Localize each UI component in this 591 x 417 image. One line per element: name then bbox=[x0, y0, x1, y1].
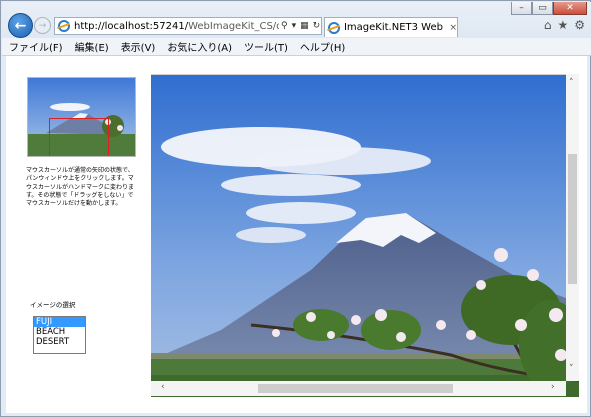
main-image-mount-fuji bbox=[151, 75, 579, 397]
window-controls: – ▭ ✕ bbox=[511, 2, 587, 16]
scroll-up-icon[interactable]: ˄ bbox=[569, 78, 574, 88]
address-tools: ⚲ ▾ ▦ ↻ bbox=[281, 21, 320, 31]
scroll-right-icon[interactable]: › bbox=[551, 382, 555, 392]
image-select-listbox[interactable]: FUJI BEACH DESERT bbox=[33, 316, 86, 354]
forward-arrow-icon[interactable]: → bbox=[34, 17, 51, 34]
new-tab-button[interactable] bbox=[460, 19, 480, 37]
compat-view-icon[interactable]: ▦ bbox=[300, 21, 309, 31]
minimize-button[interactable]: – bbox=[511, 2, 532, 15]
pan-viewport-rectangle[interactable] bbox=[49, 118, 109, 156]
browser-tools: ⌂ ★ ⚙ bbox=[544, 18, 585, 32]
menu-bar: ファイル(F) 編集(E) 表示(V) お気に入り(A) ツール(T) ヘルプ(… bbox=[2, 38, 591, 56]
maximize-button[interactable]: ▭ bbox=[532, 2, 553, 15]
tab-close-icon[interactable]: × bbox=[449, 23, 457, 33]
vertical-scroll-thumb[interactable] bbox=[568, 154, 577, 284]
scroll-left-icon[interactable]: ‹ bbox=[161, 382, 165, 392]
menu-favorites[interactable]: お気に入り(A) bbox=[162, 39, 237, 54]
search-icon[interactable]: ⚲ bbox=[281, 21, 288, 31]
horizontal-scrollbar[interactable]: ‹ › bbox=[151, 381, 566, 396]
horizontal-scroll-thumb[interactable] bbox=[258, 384, 453, 393]
home-icon[interactable]: ⌂ bbox=[544, 18, 552, 32]
tab-ie-icon bbox=[328, 21, 340, 34]
close-window-button[interactable]: ✕ bbox=[553, 2, 587, 15]
url-text[interactable]: http://localhost:57241/WebImageKit_CS/de… bbox=[74, 21, 279, 32]
menu-tools[interactable]: ツール(T) bbox=[239, 39, 293, 54]
tab-title: ImageKit.NET3 Web Im... bbox=[343, 22, 447, 33]
scroll-down-icon[interactable]: ˅ bbox=[569, 364, 574, 374]
menu-help[interactable]: ヘルプ(H) bbox=[295, 39, 350, 54]
back-arrow-icon[interactable]: ← bbox=[8, 13, 33, 38]
instruction-text: マウスカーソルが通常の矢印の状態で、パンウィンドウ上をクリックします。マウスカー… bbox=[26, 167, 135, 208]
image-option-desert[interactable]: DESERT bbox=[34, 337, 85, 347]
image-option-beach[interactable]: BEACH bbox=[34, 327, 85, 337]
menu-file[interactable]: ファイル(F) bbox=[4, 39, 68, 54]
image-select-label: イメージの選択 bbox=[30, 301, 76, 309]
dropdown-icon[interactable]: ▾ bbox=[292, 21, 297, 31]
ie-page-icon bbox=[58, 20, 70, 32]
pan-window[interactable] bbox=[27, 77, 136, 157]
browser-window: – ▭ ✕ ← → http://localhost:57241/WebImag… bbox=[0, 0, 591, 417]
menu-edit[interactable]: 編集(E) bbox=[70, 39, 114, 54]
browser-toolbar: – ▭ ✕ ← → http://localhost:57241/WebImag… bbox=[2, 2, 591, 38]
star-icon[interactable]: ★ bbox=[557, 18, 568, 32]
gear-icon[interactable]: ⚙ bbox=[574, 18, 585, 32]
address-bar[interactable]: http://localhost:57241/WebImageKit_CS/de… bbox=[54, 17, 322, 35]
refresh-icon[interactable]: ↻ bbox=[313, 21, 321, 31]
vertical-scrollbar[interactable]: ˄ ˅ bbox=[566, 74, 579, 381]
image-viewer[interactable] bbox=[151, 74, 579, 397]
image-option-fuji[interactable]: FUJI bbox=[34, 317, 85, 327]
menu-view[interactable]: 表示(V) bbox=[116, 39, 161, 54]
browser-tab[interactable]: ImageKit.NET3 Web Im... × bbox=[324, 17, 458, 37]
page-content: マウスカーソルが通常の矢印の状態で、パンウィンドウ上をクリックします。マウスカー… bbox=[6, 56, 587, 413]
